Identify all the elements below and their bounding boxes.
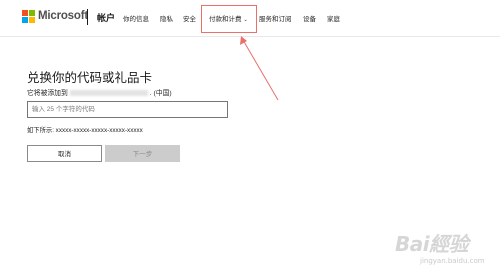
account-destination-text: 它将被添加到 . (中国) <box>27 87 172 97</box>
next-button[interactable]: 下一步 <box>105 145 180 162</box>
destination-suffix: . (中国) <box>149 90 172 97</box>
redacted-email <box>69 90 148 97</box>
page-title: 兑换你的代码或礼品卡 <box>27 71 153 85</box>
example-format-text: 如下所示: xxxxx-xxxxx-xxxxx-xxxxx-xxxxx <box>27 127 143 134</box>
code-input[interactable] <box>27 101 228 118</box>
cancel-button[interactable]: 取消 <box>27 145 102 162</box>
destination-prefix: 它将被添加到 <box>27 90 68 97</box>
baidu-watermark-url: jingyan.baidu.com <box>420 257 485 265</box>
baidu-watermark: Bai經验 <box>395 232 469 256</box>
